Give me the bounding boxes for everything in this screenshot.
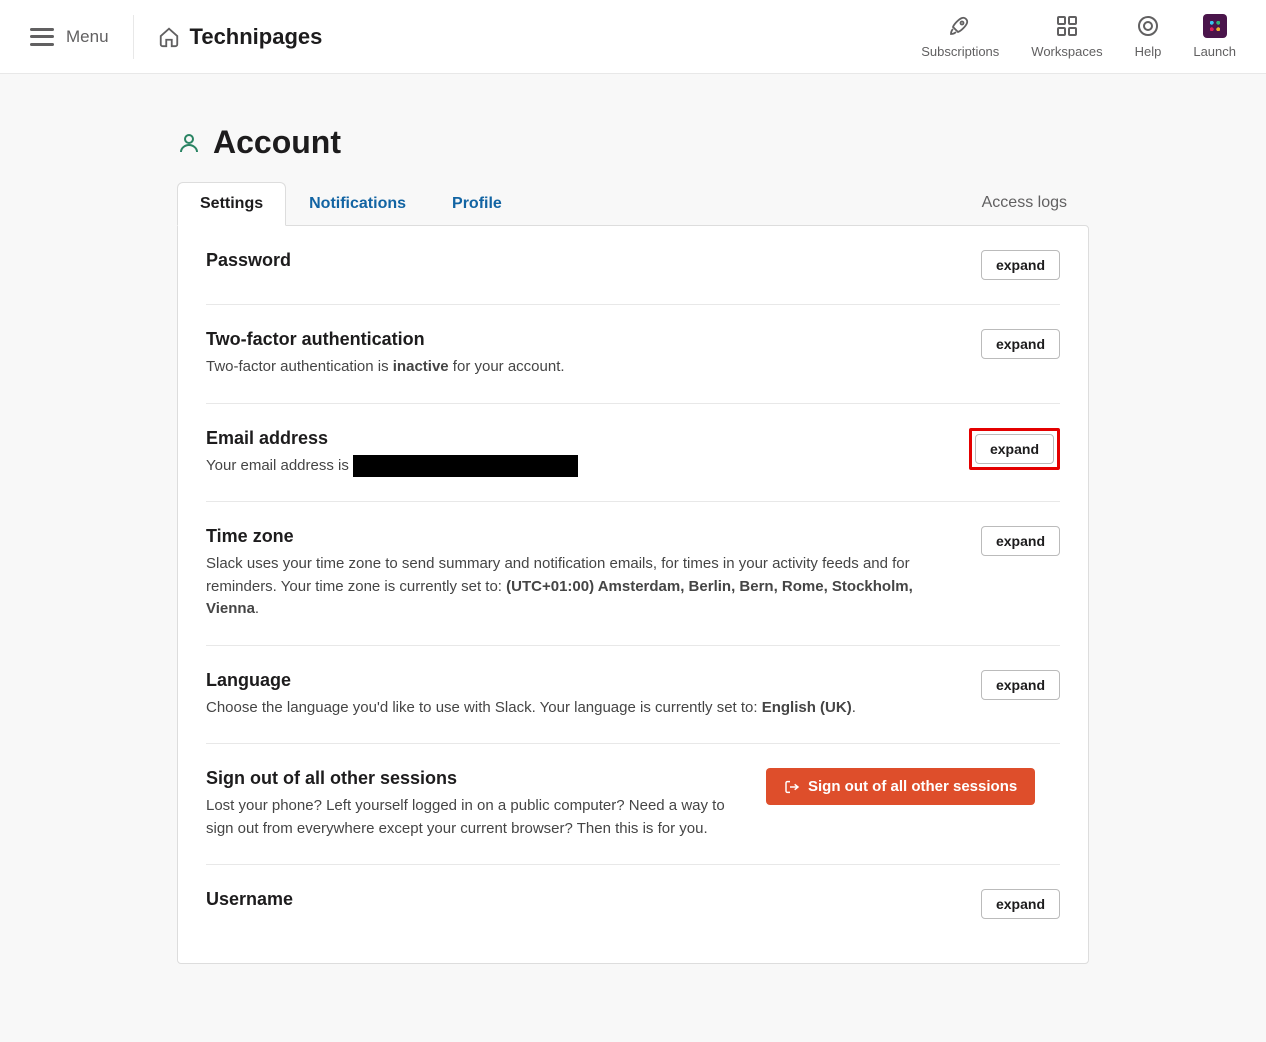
home-icon (158, 26, 180, 48)
section-timezone: Time zone Slack uses your time zone to s… (206, 502, 1060, 646)
section-desc: Two-factor authentication is inactive fo… (206, 356, 961, 379)
section-title: Two-factor authentication (206, 329, 961, 350)
nav-help[interactable]: Help (1135, 14, 1162, 59)
section-password: Password expand (206, 226, 1060, 305)
section-title: Username (206, 889, 961, 910)
expand-email-button[interactable]: expand (975, 434, 1054, 464)
nav-label: Launch (1193, 44, 1236, 59)
tab-notifications[interactable]: Notifications (286, 182, 429, 226)
section-email: Email address Your email address is expa… (206, 404, 1060, 503)
nav-launch[interactable]: Launch (1193, 14, 1236, 59)
tab-settings[interactable]: Settings (177, 182, 286, 226)
brand-name: Technipages (190, 24, 323, 50)
rocket-icon (948, 14, 972, 38)
section-desc: Your email address is (206, 455, 949, 478)
section-title: Password (206, 250, 961, 271)
topbar: Menu Technipages Subscriptions Workspace… (0, 0, 1266, 74)
signout-all-button[interactable]: Sign out of all other sessions (766, 768, 1035, 805)
nav-label: Workspaces (1031, 44, 1102, 59)
section-title: Email address (206, 428, 949, 449)
expand-language-button[interactable]: expand (981, 670, 1060, 700)
section-title: Language (206, 670, 961, 691)
nav-workspaces[interactable]: Workspaces (1031, 14, 1102, 59)
expand-username-button[interactable]: expand (981, 889, 1060, 919)
highlight-box: expand (969, 428, 1060, 470)
signout-icon (784, 779, 800, 795)
nav-subscriptions[interactable]: Subscriptions (921, 14, 999, 59)
menu-button[interactable]: Menu (30, 15, 134, 59)
expand-timezone-button[interactable]: expand (981, 526, 1060, 556)
section-two-factor: Two-factor authentication Two-factor aut… (206, 305, 1060, 404)
slack-icon (1203, 14, 1227, 38)
settings-panel: Password expand Two-factor authenticatio… (177, 225, 1089, 964)
help-icon (1136, 14, 1160, 38)
person-icon (177, 131, 201, 155)
topbar-nav: Subscriptions Workspaces Help Launch (921, 14, 1236, 59)
menu-label: Menu (66, 27, 109, 47)
section-desc: Slack uses your time zone to send summar… (206, 553, 961, 621)
section-language: Language Choose the language you'd like … (206, 646, 1060, 745)
section-desc: Choose the language you'd like to use wi… (206, 697, 961, 720)
tab-profile[interactable]: Profile (429, 182, 525, 226)
nav-label: Subscriptions (921, 44, 999, 59)
section-signout: Sign out of all other sessions Lost your… (206, 744, 1060, 865)
nav-label: Help (1135, 44, 1162, 59)
page-heading: Account (177, 124, 1089, 161)
expand-password-button[interactable]: expand (981, 250, 1060, 280)
section-username: Username expand (206, 865, 1060, 943)
tab-access-logs[interactable]: Access logs (960, 182, 1089, 224)
page-title: Account (213, 124, 341, 161)
hamburger-icon (30, 28, 54, 46)
grid-icon (1055, 14, 1079, 38)
tabs: Settings Notifications Profile Access lo… (177, 181, 1089, 225)
section-title: Sign out of all other sessions (206, 768, 746, 789)
brand-link[interactable]: Technipages (158, 24, 323, 50)
redacted-email (353, 455, 578, 477)
signout-button-label: Sign out of all other sessions (808, 778, 1017, 795)
section-title: Time zone (206, 526, 961, 547)
section-desc: Lost your phone? Left yourself logged in… (206, 795, 746, 840)
expand-twofa-button[interactable]: expand (981, 329, 1060, 359)
